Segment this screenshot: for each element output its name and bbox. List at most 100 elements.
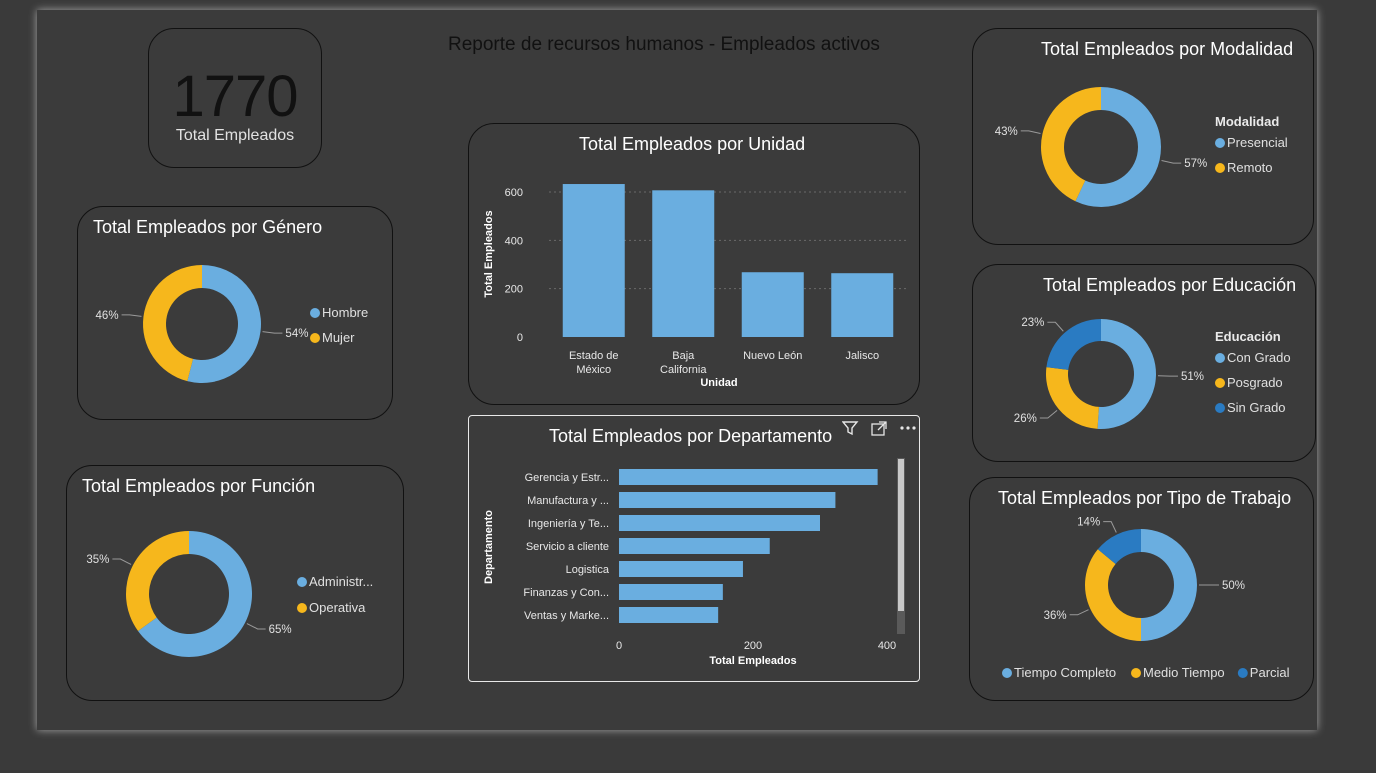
educacion-legend-item-1: Posgrado bbox=[1227, 375, 1283, 390]
educacion-pct-label-1: 26% bbox=[1014, 413, 1037, 425]
tipo-trabajo-card[interactable]: Total Empleados por Tipo de Trabajo 50% 3… bbox=[969, 477, 1314, 701]
departamento-y-tick-5: Finanzas y Con... bbox=[523, 587, 609, 599]
departamento-y-axis-title: Departamento bbox=[483, 510, 495, 584]
genero-card[interactable]: Total Empleados por Género 54% 46% Hombre M… bbox=[77, 206, 393, 420]
funcion-donut-chart[interactable]: 65% 35% Administr... Operativa bbox=[67, 466, 405, 702]
funcion-leader-0 bbox=[246, 623, 266, 630]
funcion-legend-item-0: Administr... bbox=[309, 574, 373, 589]
kpi-card[interactable]: 1770 Total Empleados bbox=[148, 28, 322, 168]
tipo_trabajo-pct-label-1: 36% bbox=[1044, 610, 1067, 622]
funcion-leader-1 bbox=[112, 558, 132, 565]
educacion-leader-1 bbox=[1039, 409, 1058, 419]
filter-icon[interactable] bbox=[842, 421, 859, 436]
genero-legend-item-0: Hombre bbox=[322, 305, 368, 320]
educacion-slice-1[interactable] bbox=[1046, 367, 1099, 429]
modalidad-legend-item-1: Remoto bbox=[1227, 160, 1273, 175]
tipo_trabajo-legend-marker-0 bbox=[1002, 668, 1012, 678]
modalidad-legend-title: Modalidad bbox=[1215, 114, 1279, 129]
departamento-y-tick-2: Ingeniería y Te... bbox=[528, 518, 609, 530]
genero-leader-1 bbox=[121, 314, 142, 317]
educacion-legend-marker-1 bbox=[1215, 378, 1225, 388]
unidad-y-tick-0: 0 bbox=[517, 332, 523, 344]
focus-mode-icon[interactable] bbox=[871, 421, 887, 436]
modalidad-leader-1 bbox=[1020, 130, 1041, 134]
genero-legend-item-1: Mujer bbox=[322, 330, 355, 345]
genero-donut-chart[interactable]: 54% 46% Hombre Mujer bbox=[78, 207, 394, 421]
unidad-y-tick-3: 600 bbox=[505, 187, 523, 199]
departamento-bar-1[interactable] bbox=[619, 492, 836, 508]
unidad-y-axis-title: Total Empleados bbox=[483, 210, 495, 297]
tipo_trabajo-legend-item-1: Medio Tiempo bbox=[1143, 665, 1225, 680]
report-title: Reporte de recursos humanos - Empleados … bbox=[448, 34, 880, 55]
educacion-pct-label-2: 23% bbox=[1021, 317, 1044, 329]
departamento-bar-6[interactable] bbox=[619, 607, 719, 623]
tipo_trabajo-leader-1 bbox=[1069, 609, 1089, 616]
departamento-x-tick-0: 0 bbox=[616, 640, 622, 652]
tipo_trabajo-slice-1[interactable] bbox=[1085, 549, 1141, 641]
educacion-slice-2[interactable] bbox=[1046, 319, 1101, 370]
educacion-legend-title: Educación bbox=[1215, 329, 1281, 344]
modalidad-legend-item-0: Presencial bbox=[1227, 135, 1288, 150]
unidad-x-tick-1-1: California bbox=[660, 364, 707, 376]
educacion-slice-0[interactable] bbox=[1097, 319, 1157, 429]
departamento-scrollbar-thumb[interactable] bbox=[898, 459, 904, 611]
educacion-legend-item-2: Sin Grado bbox=[1227, 400, 1286, 415]
modalidad-legend-marker-0 bbox=[1215, 138, 1225, 148]
funcion-card[interactable]: Total Empleados por Función 65% 35% Admini… bbox=[66, 465, 404, 701]
kpi-label: Total Empleados bbox=[175, 127, 295, 144]
educacion-legend-item-0: Con Grado bbox=[1227, 350, 1291, 365]
funcion-legend-marker-0 bbox=[297, 577, 307, 587]
unidad-bar-1[interactable] bbox=[652, 190, 715, 337]
educacion-donut-chart[interactable]: 51% 26% 23% Educación Con Grado Posgrado Sin G… bbox=[973, 265, 1317, 463]
departamento-y-tick-1: Manufactura y ... bbox=[527, 495, 609, 507]
genero-pct-label-1: 46% bbox=[96, 310, 119, 322]
unidad-x-tick-2-0: Nuevo León bbox=[743, 350, 802, 362]
unidad-bar-3[interactable] bbox=[831, 273, 894, 337]
modalidad-pct-label-0: 57% bbox=[1184, 158, 1207, 170]
modalidad-donut-chart[interactable]: 57% 43% Modalidad Presencial Remoto bbox=[973, 29, 1315, 246]
unidad-x-axis-title: Unidad bbox=[700, 377, 737, 389]
departamento-bar-0[interactable] bbox=[619, 469, 878, 485]
genero-pct-label-0: 54% bbox=[285, 328, 308, 340]
unidad-x-tick-1-0: Baja bbox=[672, 350, 695, 362]
modalidad-leader-0 bbox=[1161, 160, 1182, 164]
unidad-x-tick-3-0: Jalisco bbox=[845, 350, 879, 362]
unidad-card[interactable]: Total Empleados por Unidad 0 200 400 600 Est… bbox=[468, 123, 920, 405]
departamento-bar-5[interactable] bbox=[619, 584, 723, 600]
funcion-legend-item-1: Operativa bbox=[309, 600, 366, 615]
departamento-bar-3[interactable] bbox=[619, 538, 770, 554]
departamento-bar-2[interactable] bbox=[619, 515, 820, 531]
tipo_trabajo-legend-item-0: Tiempo Completo bbox=[1014, 665, 1116, 680]
departamento-x-axis-title: Total Empleados bbox=[709, 655, 796, 667]
departamento-bar-chart[interactable]: Gerencia y Estr... Manufactura y ... Ingen… bbox=[469, 416, 921, 683]
kpi-value: 1770 bbox=[172, 64, 298, 129]
departamento-y-tick-6: Ventas y Marke... bbox=[524, 610, 609, 622]
genero-legend-marker-1 bbox=[310, 333, 320, 343]
tipo_trabajo-slice-0[interactable] bbox=[1141, 529, 1197, 641]
unidad-x-tick-0-0: Estado de bbox=[569, 350, 619, 362]
funcion-slice-1[interactable] bbox=[126, 531, 189, 632]
departamento-y-tick-0: Gerencia y Estr... bbox=[525, 472, 609, 484]
funcion-pct-label-1: 35% bbox=[86, 554, 109, 566]
educacion-pct-label-0: 51% bbox=[1181, 371, 1204, 383]
visual-header-icons bbox=[842, 421, 916, 436]
modalidad-pct-label-1: 43% bbox=[995, 126, 1018, 138]
departamento-x-tick-2: 400 bbox=[878, 640, 896, 652]
tipo_trabajo-leader-2 bbox=[1103, 521, 1117, 533]
educacion-legend-marker-0 bbox=[1215, 353, 1225, 363]
funcion-pct-label-0: 65% bbox=[269, 624, 292, 636]
modalidad-card[interactable]: Total Empleados por Modalidad 57% 43% Moda… bbox=[972, 28, 1314, 245]
more-options-icon[interactable] bbox=[900, 426, 916, 430]
departamento-y-tick-4: Logistica bbox=[566, 564, 610, 576]
unidad-bar-0[interactable] bbox=[562, 184, 625, 337]
unidad-bar-chart[interactable]: 0 200 400 600 Estado de México Baja California N… bbox=[469, 124, 921, 406]
educacion-card[interactable]: Total Empleados por Educación 51% 26% 23% E… bbox=[972, 264, 1316, 462]
modalidad-legend-marker-1 bbox=[1215, 163, 1225, 173]
tipo_trabajo-legend-marker-2 bbox=[1237, 668, 1248, 678]
tipo-trabajo-donut-chart[interactable]: 50% 36% 14% Tiempo Completo Medio Tiempo Parc… bbox=[970, 478, 1315, 702]
departamento-bar-4[interactable] bbox=[619, 561, 743, 577]
departamento-card[interactable]: Total Empleados por Departamento Gerenci… bbox=[468, 415, 920, 682]
unidad-bar-2[interactable] bbox=[741, 272, 804, 337]
unidad-x-tick-0-1: México bbox=[576, 364, 611, 376]
genero-leader-0 bbox=[262, 331, 283, 334]
